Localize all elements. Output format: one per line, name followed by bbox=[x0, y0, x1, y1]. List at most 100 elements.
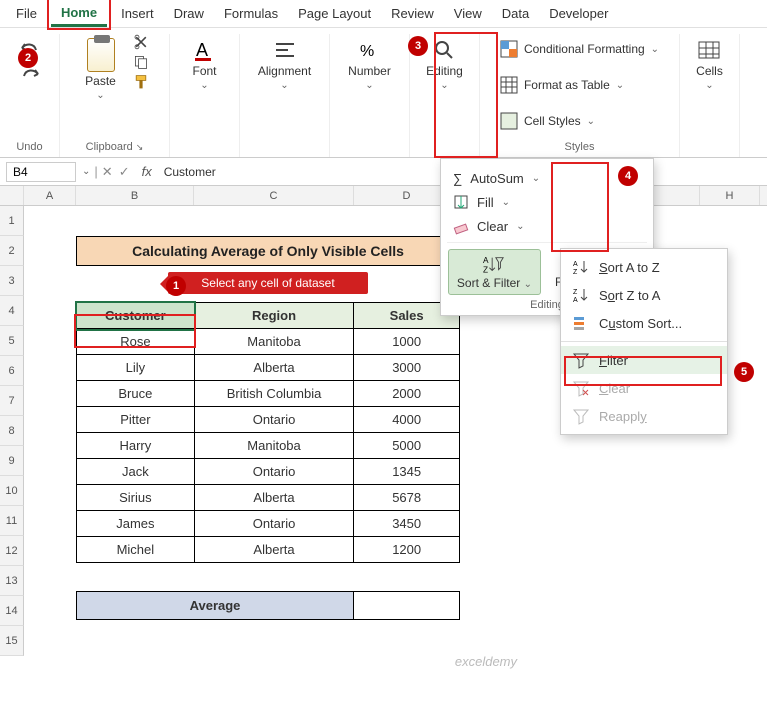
data-table[interactable]: Customer Region Sales RoseManitoba1000Li… bbox=[76, 302, 460, 563]
table-row[interactable]: MichelAlberta1200 bbox=[77, 537, 460, 563]
fill-item[interactable]: Fill⌄ bbox=[447, 190, 647, 214]
filter-item[interactable]: Filter bbox=[561, 346, 727, 374]
sort-az-icon: AZ bbox=[573, 259, 589, 275]
svg-text:%: % bbox=[360, 43, 374, 60]
tab-draw[interactable]: Draw bbox=[164, 2, 214, 25]
tab-formulas[interactable]: Formulas bbox=[214, 2, 288, 25]
reapply-icon bbox=[573, 408, 589, 424]
tab-home[interactable]: Home bbox=[51, 1, 107, 27]
header-region[interactable]: Region bbox=[194, 303, 354, 329]
header-customer[interactable]: Customer bbox=[77, 303, 195, 329]
custom-sort-icon bbox=[573, 315, 589, 331]
table-row[interactable]: JamesOntario3450 bbox=[77, 511, 460, 537]
sort-filter-button[interactable]: AZ Sort & Filter ⌄ bbox=[448, 249, 541, 295]
table-row[interactable]: PitterOntario4000 bbox=[77, 407, 460, 433]
clear-filter-icon bbox=[573, 380, 589, 396]
reapply-item[interactable]: Reapply bbox=[561, 402, 727, 430]
cells-label: Cells bbox=[696, 64, 723, 78]
chevron-down-icon[interactable]: ⌄ bbox=[82, 166, 90, 177]
sort-za-item[interactable]: ZA Sort Z to A bbox=[561, 281, 727, 309]
cell-styles-icon bbox=[500, 112, 518, 130]
eraser-icon bbox=[453, 218, 469, 234]
col-B[interactable]: B bbox=[76, 186, 194, 205]
enter-icon[interactable]: ✓ bbox=[119, 164, 130, 180]
tab-file[interactable]: File bbox=[6, 2, 47, 25]
row-header[interactable]: 8 bbox=[0, 416, 24, 446]
table-title: Calculating Average of Only Visible Cell… bbox=[76, 236, 460, 266]
tab-page-layout[interactable]: Page Layout bbox=[288, 2, 381, 25]
row-header[interactable]: 11 bbox=[0, 506, 24, 536]
average-label: Average bbox=[76, 591, 354, 620]
tab-insert[interactable]: Insert bbox=[111, 2, 164, 25]
number-button[interactable]: % Number⌄ bbox=[342, 34, 397, 95]
sigma-icon: ∑ bbox=[453, 171, 462, 186]
format-painter-icon[interactable] bbox=[132, 74, 150, 90]
format-as-table-button[interactable]: Format as Table⌄ bbox=[500, 70, 624, 100]
col-C[interactable]: C bbox=[194, 186, 354, 205]
alignment-button[interactable]: Alignment⌄ bbox=[252, 34, 317, 95]
menu-bar: File Home Insert Draw Formulas Page Layo… bbox=[0, 0, 767, 28]
fx-icon[interactable]: fx bbox=[142, 164, 152, 179]
conditional-formatting-button[interactable]: Conditional Formatting⌄ bbox=[500, 34, 659, 64]
formula-value[interactable]: Customer bbox=[158, 163, 222, 181]
tab-view[interactable]: View bbox=[444, 2, 492, 25]
paste-label: Paste bbox=[85, 74, 116, 88]
conditional-formatting-icon bbox=[500, 40, 518, 58]
cancel-icon[interactable]: ✕ bbox=[102, 164, 113, 180]
clear-item[interactable]: Clear⌄ bbox=[447, 214, 647, 238]
row-header[interactable]: 12 bbox=[0, 536, 24, 566]
copy-icon[interactable] bbox=[132, 54, 150, 70]
svg-text:A: A bbox=[573, 297, 578, 304]
row-header[interactable]: 2 bbox=[0, 236, 24, 266]
row-header[interactable]: 1 bbox=[0, 206, 24, 236]
table-row[interactable]: SiriusAlberta5678 bbox=[77, 485, 460, 511]
font-label: Font bbox=[192, 64, 216, 78]
alignment-icon bbox=[273, 38, 297, 62]
callout-badge-1: 1 bbox=[166, 276, 186, 296]
row-header[interactable]: 15 bbox=[0, 626, 24, 656]
cells-button[interactable]: Cells⌄ bbox=[690, 34, 729, 95]
row-header[interactable]: 13 bbox=[0, 566, 24, 596]
row-header[interactable]: 4 bbox=[0, 296, 24, 326]
table-row[interactable]: LilyAlberta3000 bbox=[77, 355, 460, 381]
tab-data[interactable]: Data bbox=[492, 2, 539, 25]
svg-text:Z: Z bbox=[573, 269, 578, 276]
table-row[interactable]: JackOntario1345 bbox=[77, 459, 460, 485]
tab-developer[interactable]: Developer bbox=[539, 2, 618, 25]
fill-icon bbox=[453, 194, 469, 210]
table-row[interactable]: HarryManitoba5000 bbox=[77, 433, 460, 459]
row-header[interactable]: 7 bbox=[0, 386, 24, 416]
tab-review[interactable]: Review bbox=[381, 2, 444, 25]
average-row: Average bbox=[76, 591, 460, 620]
row-header[interactable]: 14 bbox=[0, 596, 24, 626]
svg-text:Z: Z bbox=[483, 265, 488, 274]
autosum-item[interactable]: ∑AutoSum⌄ bbox=[447, 167, 647, 190]
sort-za-icon: ZA bbox=[573, 287, 589, 303]
row-header[interactable]: 5 bbox=[0, 326, 24, 356]
font-icon: A bbox=[192, 38, 216, 62]
col-H[interactable]: H bbox=[700, 186, 760, 205]
custom-sort-item[interactable]: Custom Sort... bbox=[561, 309, 727, 337]
name-box[interactable] bbox=[6, 162, 76, 182]
funnel-icon bbox=[573, 352, 589, 368]
row-header[interactable]: 3 bbox=[0, 266, 24, 296]
callout-badge-2: 2 bbox=[18, 48, 38, 68]
row-header[interactable]: 9 bbox=[0, 446, 24, 476]
clear-filter-item[interactable]: Clear bbox=[561, 374, 727, 402]
cut-icon[interactable] bbox=[132, 34, 150, 50]
sort-az-item[interactable]: AZ SSort A to Zort A to Z bbox=[561, 253, 727, 281]
table-row[interactable]: BruceBritish Columbia2000 bbox=[77, 381, 460, 407]
grid-row[interactable]: 15 bbox=[0, 626, 767, 656]
col-A[interactable]: A bbox=[24, 186, 76, 205]
average-value[interactable] bbox=[354, 591, 460, 620]
group-styles-label: Styles bbox=[565, 137, 595, 153]
table-row[interactable]: RoseManitoba1000 bbox=[77, 329, 460, 355]
group-clipboard-label: Clipboard ↘ bbox=[86, 137, 144, 153]
chevron-down-icon: ⌄ bbox=[96, 90, 104, 101]
font-button[interactable]: A Font⌄ bbox=[186, 34, 222, 95]
cell-styles-button[interactable]: Cell Styles⌄ bbox=[500, 106, 595, 136]
row-header[interactable]: 10 bbox=[0, 476, 24, 506]
paste-button[interactable]: Paste ⌄ bbox=[79, 34, 122, 105]
row-header[interactable]: 6 bbox=[0, 356, 24, 386]
callout-badge-5: 5 bbox=[734, 362, 754, 382]
